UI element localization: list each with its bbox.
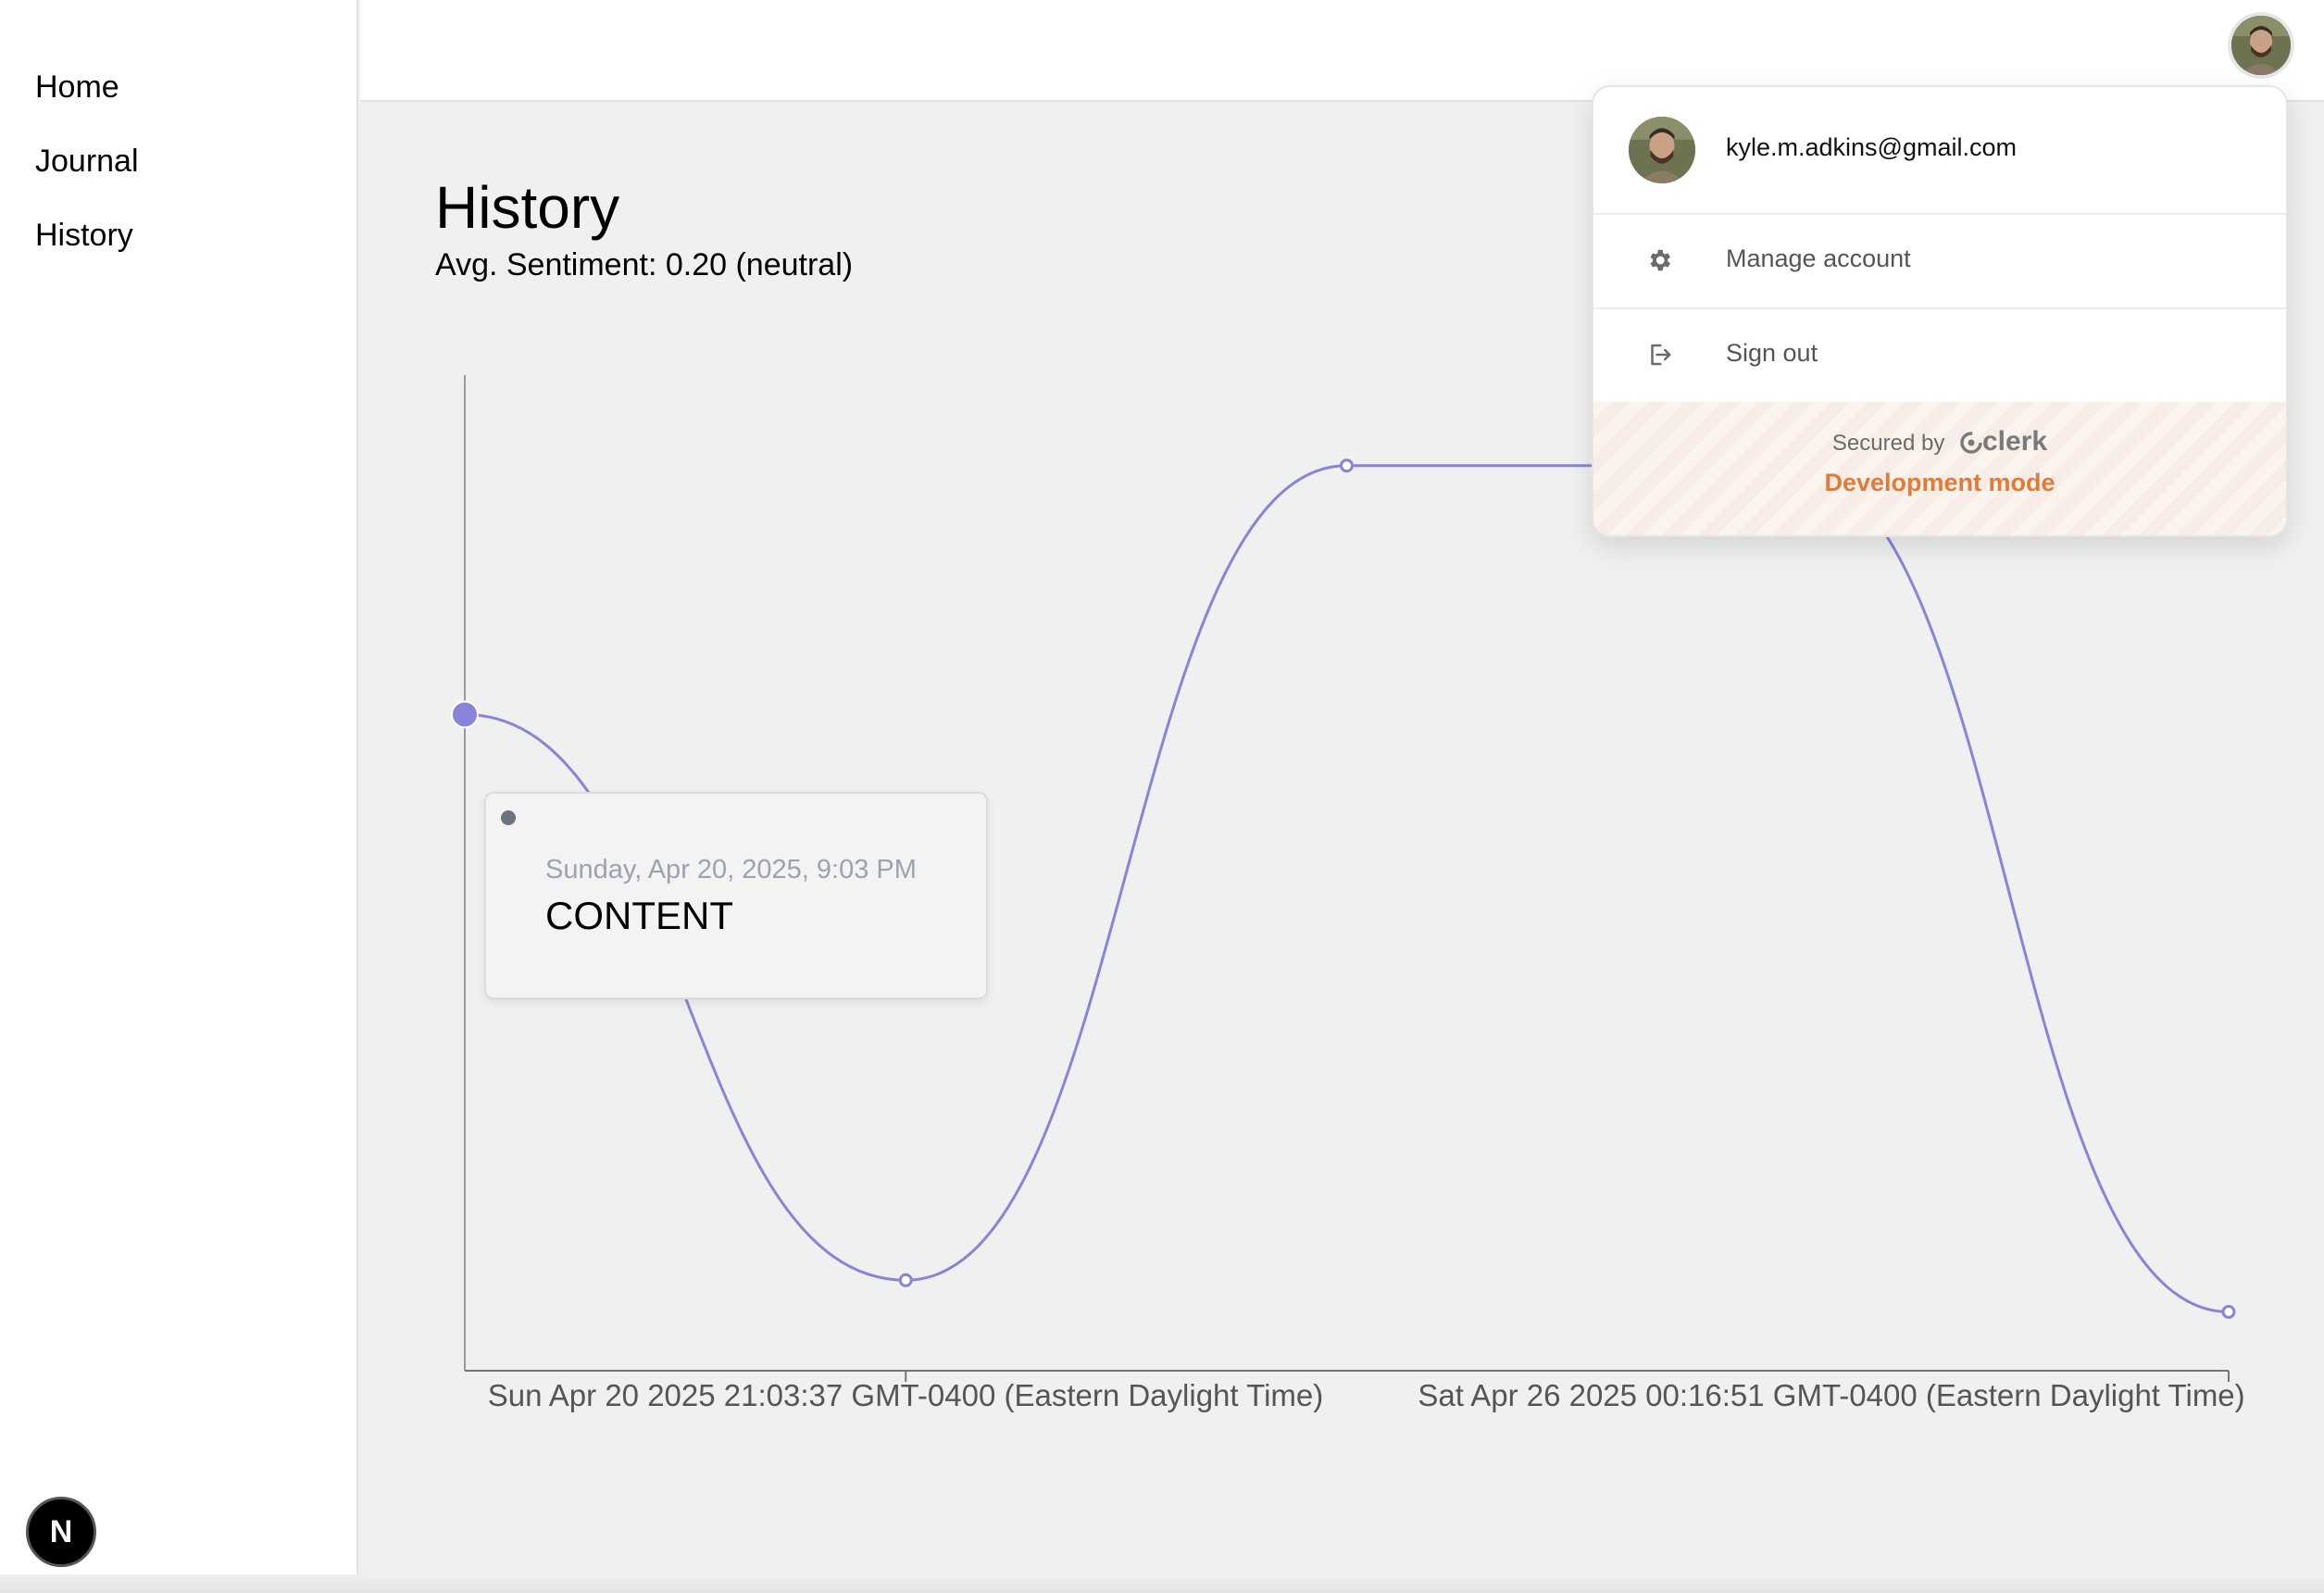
x-tick-label: Sat Apr 26 2025 00:16:51 GMT-0400 (Easte… bbox=[1418, 1378, 2244, 1412]
sign-out-button[interactable]: Sign out bbox=[1593, 307, 2286, 402]
user-info-row: kyle.m.adkins@gmail.com bbox=[1593, 87, 2286, 215]
data-point[interactable] bbox=[2221, 1304, 2236, 1319]
clerk-icon bbox=[1960, 432, 1982, 454]
tooltip-content: CONTENT bbox=[545, 894, 733, 937]
avatar-image bbox=[1629, 117, 1695, 183]
sign-out-label: Sign out bbox=[1726, 339, 1818, 367]
clerk-logo[interactable]: clerk bbox=[1960, 426, 2047, 457]
user-avatar bbox=[1629, 117, 1695, 183]
chart-tooltip: Sunday, Apr 20, 2025, 9:03 PM CONTENT bbox=[484, 792, 988, 999]
active-data-point[interactable] bbox=[451, 700, 479, 729]
gear-icon bbox=[1650, 249, 1670, 271]
user-menu-dropdown: kyle.m.adkins@gmail.com Manage account S… bbox=[1592, 85, 2288, 537]
sign-out-icon bbox=[1651, 344, 1671, 366]
manage-account-button[interactable]: Manage account bbox=[1593, 213, 2286, 309]
data-point[interactable] bbox=[1340, 458, 1354, 473]
tooltip-date: Sunday, Apr 20, 2025, 9:03 PM bbox=[545, 855, 917, 884]
x-tick-label: Sun Apr 20 2025 21:03:37 GMT-0400 (Easte… bbox=[488, 1378, 1324, 1412]
manage-account-label: Manage account bbox=[1726, 245, 1911, 272]
development-mode-label: Development mode bbox=[1824, 469, 2055, 496]
user-email: kyle.m.adkins@gmail.com bbox=[1726, 133, 2017, 161]
secured-by: Secured by clerk bbox=[1593, 426, 2286, 458]
tooltip-dot bbox=[501, 810, 516, 825]
menu-footer: Secured by clerk Development mode bbox=[1593, 402, 2286, 535]
secured-by-text: Secured by bbox=[1831, 431, 1945, 456]
nextjs-dev-badge[interactable]: N bbox=[26, 1497, 96, 1567]
bottom-edge bbox=[0, 1574, 2324, 1593]
clerk-wordmark: clerk bbox=[1982, 426, 2048, 457]
data-point[interactable] bbox=[898, 1273, 913, 1287]
